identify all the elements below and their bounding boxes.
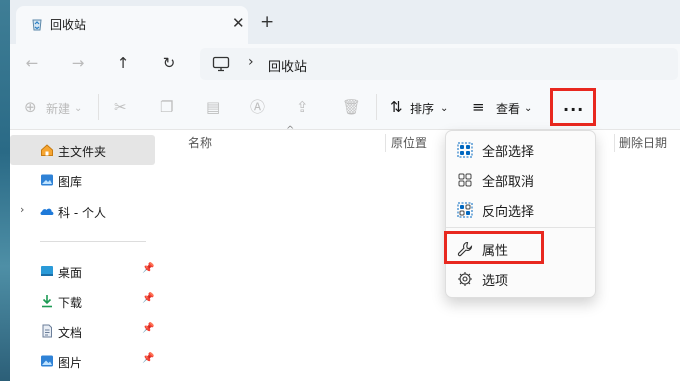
chevron-down-icon: ⌄ [74, 103, 83, 114]
new-plus-icon: ⊕ [24, 98, 37, 116]
properties-highlight-box [444, 231, 544, 264]
document-icon [42, 324, 52, 338]
sidebar-item-onedrive[interactable]: › 科 - 个人 [10, 196, 155, 226]
sort-icon: ⇅ [390, 98, 403, 116]
select-none-icon [458, 173, 472, 187]
more-options-icon: ··· [563, 100, 585, 119]
gallery-icon [41, 174, 53, 186]
menu-item-label: 全部取消 [482, 175, 535, 190]
see-more-menu: 全部选择 全部取消 反向选择 属性 选项 [444, 130, 596, 298]
menu-item-label: 选项 [482, 274, 509, 289]
back-button[interactable]: ← [20, 52, 44, 74]
download-icon [42, 295, 52, 308]
chevron-down-icon: ⌄ [524, 103, 533, 114]
delete-icon[interactable]: 🗑 [342, 98, 361, 116]
sidebar-item-pictures[interactable]: 图片 📌 [10, 346, 155, 376]
sidebar-item-label: 图库 [58, 175, 83, 189]
column-header-name[interactable]: 名称 [188, 134, 212, 151]
column-divider[interactable] [385, 134, 386, 152]
menu-item-options[interactable]: 选项 [450, 264, 593, 294]
up-button[interactable]: ↑ [111, 52, 135, 74]
see-more-button[interactable]: ··· [550, 88, 596, 126]
toolbar-divider [98, 94, 99, 120]
menu-item-select-none[interactable]: 全部取消 [450, 165, 593, 195]
pin-icon: 📌 [142, 263, 155, 274]
menu-item-select-all[interactable]: 全部选择 [450, 135, 593, 165]
menu-item-label: 全部选择 [482, 145, 535, 160]
copy-icon[interactable]: ❐ [160, 98, 173, 116]
pictures-icon [41, 355, 53, 367]
sidebar-item-label: 主文件夹 [58, 145, 107, 159]
home-icon [41, 144, 53, 156]
sidebar-item-label: 图片 [58, 356, 83, 370]
address-bar[interactable]: › 回收站 [200, 48, 678, 80]
toolbar-divider [376, 94, 377, 120]
expand-icon[interactable]: › [20, 203, 24, 216]
invert-selection-icon [457, 202, 473, 218]
gear-icon [458, 272, 472, 286]
column-header-original-location[interactable]: 原位置 [391, 134, 427, 151]
new-tab-button[interactable]: + [260, 12, 274, 32]
sort-ascending-icon: ^ [286, 125, 295, 136]
desktop-background [0, 0, 10, 381]
onedrive-icon [40, 208, 54, 215]
recycle-bin-icon [32, 19, 42, 31]
new-button[interactable]: 新建 [46, 100, 70, 117]
close-tab-icon[interactable]: ✕ [232, 14, 245, 32]
desktop-icon [41, 266, 53, 276]
view-icon: ≡ [472, 98, 485, 116]
cut-icon[interactable]: ✂ [114, 98, 127, 116]
breadcrumb-separator[interactable]: › [248, 54, 254, 70]
view-button[interactable]: 查看 [496, 100, 520, 117]
sidebar-item-documents[interactable]: 文档 📌 [10, 316, 155, 346]
pin-icon: 📌 [142, 293, 155, 304]
sidebar-item-label: 文档 [58, 326, 83, 340]
breadcrumb-recycle-bin[interactable]: 回收站 [268, 56, 307, 75]
column-header-date-deleted[interactable]: 删除日期 [619, 134, 667, 151]
sidebar-item-label: 科 - 个人 [58, 206, 106, 220]
sidebar-item-gallery[interactable]: 图库 [10, 165, 155, 195]
menu-divider [446, 227, 595, 228]
share-icon[interactable]: ⇪ [296, 98, 309, 116]
sidebar-item-label: 下载 [58, 296, 83, 310]
file-list: ^ 名称 原位置 删除日期 [160, 125, 680, 381]
navigation-pane: 主文件夹 图库 › 科 - 个人 桌面 📌 下载 📌 文档 📌 图片 📌 [10, 130, 160, 381]
command-bar: ⊕ 新建 ⌄ ✂ ❐ ▤ Ⓐ ⇪ 🗑 ⇅ 排序 ⌄ ≡ 查看 ⌄ ··· [10, 84, 680, 130]
forward-button[interactable]: → [66, 52, 90, 74]
pin-icon: 📌 [142, 353, 155, 364]
tab-recycle-bin[interactable]: 回收站 ✕ [16, 6, 248, 44]
menu-item-invert-selection[interactable]: 反向选择 [450, 195, 593, 225]
chevron-down-icon: ⌄ [440, 103, 449, 114]
refresh-button[interactable]: ↻ [157, 52, 181, 74]
pin-icon: 📌 [142, 323, 155, 334]
sidebar-item-home[interactable]: 主文件夹 [10, 135, 155, 165]
sidebar-item-downloads[interactable]: 下载 📌 [10, 286, 155, 316]
sidebar-item-desktop[interactable]: 桌面 📌 [10, 256, 155, 286]
rename-icon[interactable]: Ⓐ [250, 98, 265, 116]
title-bar: 回收站 ✕ + [10, 0, 680, 44]
file-explorer-window: 回收站 ✕ + ← → ↑ ↻ › 回收站 ⊕ 新建 ⌄ ✂ ❐ ▤ Ⓐ ⇪ 🗑… [10, 0, 680, 381]
sort-button[interactable]: 排序 [410, 100, 434, 117]
computer-icon [212, 56, 230, 72]
tab-title: 回收站 [50, 18, 87, 32]
select-all-icon [457, 142, 473, 158]
navigation-bar: ← → ↑ ↻ › 回收站 [10, 44, 680, 84]
sidebar-divider [40, 241, 146, 242]
column-divider[interactable] [614, 134, 615, 152]
menu-item-label: 反向选择 [482, 205, 535, 220]
paste-icon[interactable]: ▤ [206, 98, 220, 116]
sidebar-item-label: 桌面 [58, 266, 83, 280]
